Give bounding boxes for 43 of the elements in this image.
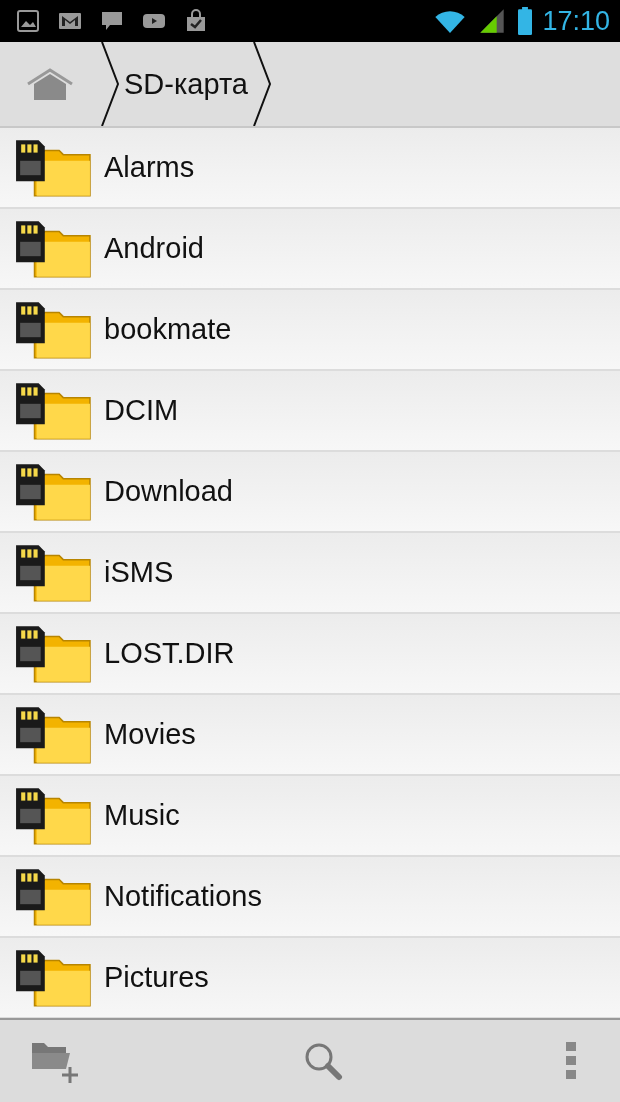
shopping-bag-icon <box>184 9 208 33</box>
folder-name: Movies <box>104 718 196 751</box>
folder-name: Music <box>104 799 180 832</box>
folder-name: LOST.DIR <box>104 637 235 670</box>
folder-row[interactable]: Music <box>0 776 620 857</box>
folder-row[interactable]: iSMS <box>0 533 620 614</box>
folder-row[interactable]: Android <box>0 209 620 290</box>
sd-card-folder-icon <box>14 461 92 522</box>
folder-name: DCIM <box>104 394 179 427</box>
more-icon <box>566 1042 576 1080</box>
sd-card-folder-icon <box>14 218 92 279</box>
sd-card-folder-icon <box>14 704 92 765</box>
search-icon <box>303 1041 343 1081</box>
sd-card-folder-icon <box>14 542 92 603</box>
picture-icon <box>16 9 40 33</box>
folder-name: Notifications <box>104 880 262 913</box>
folder-name: Android <box>104 232 204 265</box>
folder-name: Pictures <box>104 961 209 994</box>
sd-card-folder-icon <box>14 947 92 1008</box>
clock: 17:10 <box>542 5 610 37</box>
folder-name: iSMS <box>104 556 174 589</box>
sd-card-folder-icon <box>14 299 92 360</box>
breadcrumb-item[interactable]: SD-карта <box>120 42 252 126</box>
folder-row[interactable]: LOST.DIR <box>0 614 620 695</box>
home-icon <box>25 67 75 101</box>
folder-name: Download <box>104 475 233 508</box>
sd-card-folder-icon <box>14 785 92 846</box>
folder-row[interactable]: bookmate <box>0 290 620 371</box>
folder-row[interactable]: DCIM <box>0 371 620 452</box>
chevron-separator-icon <box>252 42 272 126</box>
folder-row[interactable]: Notifications <box>0 857 620 938</box>
folder-name: Alarms <box>104 151 195 184</box>
folder-row[interactable]: Movies <box>0 695 620 776</box>
folder-row[interactable]: Download <box>0 452 620 533</box>
battery-icon <box>518 7 533 35</box>
folder-row[interactable]: Alarms <box>0 128 620 209</box>
chevron-separator-icon <box>100 42 120 126</box>
sd-card-folder-icon <box>14 137 92 198</box>
folder-row[interactable]: Pictures <box>0 938 620 1018</box>
sd-card-folder-icon <box>14 623 92 684</box>
sd-card-folder-icon <box>14 866 92 927</box>
sd-card-folder-icon <box>14 380 92 441</box>
folder-name: bookmate <box>104 313 232 346</box>
